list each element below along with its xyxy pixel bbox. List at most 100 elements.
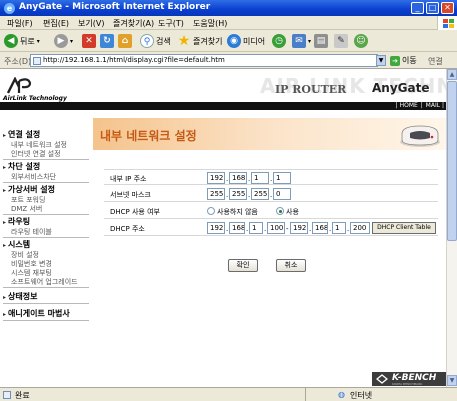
sidebar-section-wizard[interactable]: 애니게이트 마법사: [3, 308, 70, 319]
dhcp-dot: .: [264, 225, 267, 233]
dhcp-off-label: 사용하지 않음: [217, 208, 258, 216]
ok-button[interactable]: 확인: [228, 259, 258, 272]
search-icon: ⚲: [140, 34, 154, 48]
maximize-button[interactable]: □: [426, 2, 439, 14]
close-button[interactable]: ✕: [441, 2, 454, 14]
go-button[interactable]: ➔ 이동: [390, 55, 417, 66]
subnet-dot: .: [226, 191, 229, 199]
subnet-octet-2[interactable]: 255: [229, 188, 247, 200]
subnet-octet-1[interactable]: 255: [207, 188, 225, 200]
dhcp-start-octet-3[interactable]: 1: [249, 222, 263, 234]
chevron-down-icon: ▾: [70, 37, 74, 45]
kbench-subtitle: KOREA BENCHMARK: [392, 382, 423, 386]
menu-file[interactable]: 파일(F): [7, 18, 33, 29]
messenger-button[interactable]: ☺: [354, 33, 368, 49]
address-input[interactable]: http://192.168.1.1/html/display.cgi?file…: [30, 54, 378, 67]
dhcp-use-row: DHCP 사용 여부 사용하지 않음 사용: [104, 203, 438, 219]
dhcp-start-octet-4[interactable]: 100: [267, 222, 285, 234]
stop-button[interactable]: ✕: [82, 33, 96, 49]
status-text: 완료: [15, 391, 30, 400]
sidebar-section-connection[interactable]: 연결 설정: [3, 129, 40, 140]
windows-logo-icon: [437, 16, 457, 30]
favorites-button[interactable]: ★ 즐겨찾기: [177, 33, 223, 49]
page-done-icon: [3, 391, 11, 399]
scroll-up-button[interactable]: ▲: [447, 69, 457, 80]
print-button[interactable]: ▤: [314, 33, 328, 49]
edit-button[interactable]: ✎: [334, 33, 348, 49]
chevron-down-icon: ▾: [308, 37, 312, 45]
dhcp-start-octet-2[interactable]: 168: [229, 222, 245, 234]
edit-icon: ✎: [334, 34, 348, 48]
history-button[interactable]: ◷: [272, 33, 286, 49]
dhcp-range-separator: -: [286, 225, 289, 233]
ip-octet-4[interactable]: 1: [273, 172, 291, 184]
nav-mail-link[interactable]: MAIL |: [426, 102, 444, 109]
print-icon: ▤: [314, 34, 328, 48]
sidebar-item-wan[interactable]: 인터넷 연결 설정: [11, 149, 61, 159]
address-dropdown-button[interactable]: ▼: [376, 55, 386, 66]
dhcp-end-octet-4[interactable]: 200: [350, 222, 370, 234]
subnet-dot: .: [248, 191, 251, 199]
subnet-octet-4[interactable]: 0: [273, 188, 291, 200]
sidebar-item-upgrade[interactable]: 소프트웨어 업그레이드: [11, 277, 78, 287]
ip-octet-2[interactable]: 168: [229, 172, 247, 184]
favorites-label: 즐겨찾기: [193, 36, 223, 46]
dhcp-client-table-button[interactable]: DHCP Client Table: [372, 222, 436, 234]
kbench-mark-icon: [376, 374, 388, 384]
search-button[interactable]: ⚲ 검색: [140, 33, 171, 49]
sidebar-divider: [3, 320, 89, 321]
sidebar-section-status[interactable]: 상태정보: [3, 291, 37, 302]
ie-icon: e: [4, 3, 15, 14]
menu-favorites[interactable]: 즐겨찾기(A): [113, 18, 154, 29]
media-button[interactable]: ◉ 미디어: [227, 33, 265, 49]
nav-home-link[interactable]: | HOME: [396, 102, 418, 109]
links-button[interactable]: 연결: [428, 56, 443, 67]
model-name: AnyGate: [372, 81, 430, 95]
sidebar-section-virtual-server[interactable]: 가상서버 설정: [3, 184, 55, 195]
home-button[interactable]: ⌂: [118, 33, 132, 49]
scroll-thumb[interactable]: [447, 81, 457, 241]
ip-octet-1[interactable]: 192: [207, 172, 225, 184]
sidebar-item-routing-table[interactable]: 라우팅 테이블: [11, 227, 52, 237]
dhcp-range-row: DHCP 주소 192 . 168 . 1 . 100 - 192 . 168 …: [104, 220, 438, 236]
sidebar-item-dmz[interactable]: DMZ 서버: [11, 204, 42, 214]
mail-icon: ✉: [292, 34, 306, 48]
dhcp-start-octet-1[interactable]: 192: [207, 222, 225, 234]
page-icon: [33, 57, 41, 65]
sidebar-section-routing[interactable]: 라우팅: [3, 216, 30, 227]
forward-button[interactable]: ▶ ▾: [54, 33, 73, 49]
dhcp-end-octet-2[interactable]: 168: [312, 222, 328, 234]
mail-button[interactable]: ✉ ▾: [292, 33, 311, 49]
menu-edit[interactable]: 편집(E): [43, 18, 69, 29]
home-icon: ⌂: [118, 34, 132, 48]
subnet-octet-3[interactable]: 255: [251, 188, 269, 200]
menu-bar: 파일(F) 편집(E) 보기(V) 즐겨찾기(A) 도구(T) 도움말(H): [0, 16, 457, 30]
minimize-button[interactable]: _: [411, 2, 424, 14]
sidebar-divider: [3, 237, 89, 238]
refresh-button[interactable]: ↻: [100, 33, 114, 49]
dhcp-dot: .: [226, 225, 229, 233]
ip-row: 내부 IP 주소 192 . 168 . 1 . 1: [104, 169, 438, 185]
dhcp-end-octet-3[interactable]: 1: [332, 222, 346, 234]
dhcp-off-radio[interactable]: [207, 207, 215, 215]
sidebar-section-block[interactable]: 차단 설정: [3, 161, 40, 172]
status-divider: [305, 388, 306, 401]
menu-view[interactable]: 보기(V): [78, 18, 104, 29]
cancel-button[interactable]: 취소: [276, 259, 306, 272]
ip-dot: .: [248, 175, 251, 183]
dhcp-use-label: DHCP 사용 여부: [110, 208, 160, 216]
vertical-scrollbar[interactable]: ▲ ▼: [446, 69, 457, 387]
ip-octet-3[interactable]: 1: [251, 172, 269, 184]
address-bar: 주소(D) http://192.168.1.1/html/display.cg…: [0, 52, 457, 69]
menu-help[interactable]: 도움말(H): [193, 18, 227, 29]
sidebar-item-service-block[interactable]: 외부서비스차단: [11, 172, 56, 182]
page-title: 내부 네트워크 설정: [100, 129, 197, 143]
sidebar-divider: [3, 159, 89, 160]
dhcp-on-radio[interactable]: [276, 207, 284, 215]
menu-tools[interactable]: 도구(T): [158, 18, 184, 29]
back-button[interactable]: ◀ 뒤로 ▾: [4, 33, 40, 49]
dhcp-end-octet-1[interactable]: 192: [290, 222, 308, 234]
sidebar-section-system[interactable]: 시스템: [3, 239, 30, 250]
toolbar: ◀ 뒤로 ▾ ▶ ▾ ✕ ↻ ⌂ ⚲ 검색 ★ 즐겨찾기 ◉ 미디어 ◷ ✉ ▾…: [0, 30, 457, 52]
scroll-down-button[interactable]: ▼: [447, 375, 457, 386]
